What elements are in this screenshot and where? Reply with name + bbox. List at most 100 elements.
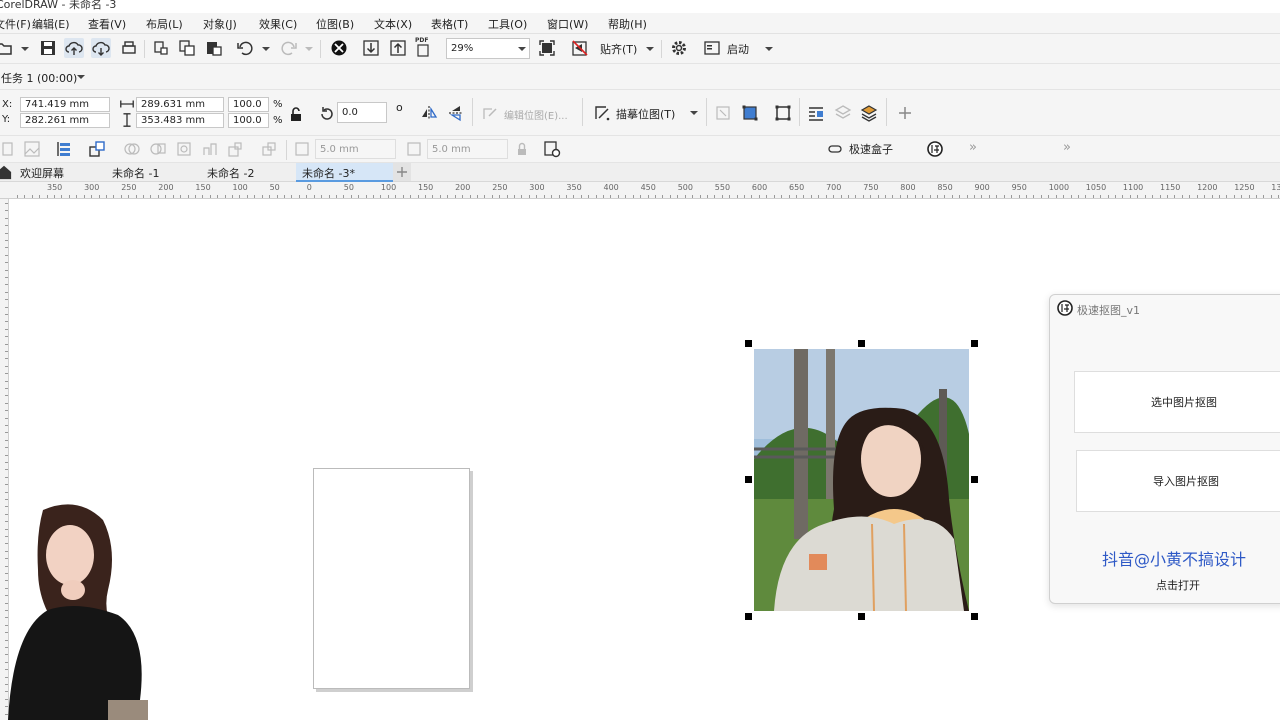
x-position-field[interactable]: 741.419 mm: [20, 97, 110, 112]
import-cutout-button[interactable]: 导入图片抠图: [1076, 450, 1280, 512]
intersect-icon[interactable]: [174, 139, 194, 159]
home-icon[interactable]: [0, 164, 12, 180]
trace-bitmap-icon[interactable]: [592, 103, 612, 123]
launch-label[interactable]: 启动: [727, 41, 749, 57]
save-icon[interactable]: [38, 38, 58, 58]
horizontal-ruler[interactable]: 350 300 250 200 150 100 50 0 50 100 150 200 250 300 35…: [0, 182, 1280, 199]
cloud-download-icon[interactable]: [91, 38, 111, 58]
rotation-field[interactable]: 0.0: [337, 102, 387, 123]
speed-box-label[interactable]: 极速盒子: [849, 141, 893, 157]
menu-bitmap[interactable]: 位图(B): [316, 16, 354, 32]
selection-handle-br[interactable]: [971, 613, 978, 620]
speed-box-icon[interactable]: [825, 139, 845, 159]
add-icon[interactable]: [895, 103, 915, 123]
kuai-plugin-icon[interactable]: [925, 139, 945, 159]
menu-tools[interactable]: 工具(O): [488, 16, 527, 32]
gear-icon[interactable]: [669, 38, 689, 58]
task-dropdown-icon[interactable]: [77, 73, 85, 81]
corner-lock-icon[interactable]: [512, 139, 532, 159]
menu-text[interactable]: 文本(X): [374, 16, 412, 32]
export-pdf-icon[interactable]: PDF: [414, 37, 434, 58]
width-field[interactable]: 289.631 mm: [136, 97, 224, 112]
paste-icon[interactable]: [204, 38, 224, 58]
front-minus-back-icon[interactable]: [226, 139, 246, 159]
scale-width-field[interactable]: 100.0: [228, 97, 269, 112]
menu-effects[interactable]: 效果(C): [259, 16, 297, 32]
scale-height-field[interactable]: 100.0: [228, 113, 269, 128]
redo-icon[interactable]: [279, 38, 299, 58]
add-tab-icon[interactable]: [393, 163, 411, 181]
selection-handle-left[interactable]: [745, 476, 752, 483]
height-field[interactable]: 353.483 mm: [136, 113, 224, 128]
mirror-horizontal-icon[interactable]: [419, 103, 439, 123]
expand-toolbar-icon[interactable]: »: [969, 140, 977, 155]
selection-handle-right[interactable]: [971, 476, 978, 483]
trace-bitmap-label[interactable]: 描摹位图(T): [616, 106, 675, 122]
snap-off-icon[interactable]: [570, 38, 590, 58]
rect-corner-icon[interactable]: [292, 139, 312, 159]
tab-welcome[interactable]: 欢迎屏幕: [14, 163, 70, 182]
tab-untitled-3[interactable]: 未命名 -3*: [296, 163, 393, 182]
menu-layout[interactable]: 布局(L): [146, 16, 183, 32]
undo-icon[interactable]: [235, 38, 255, 58]
align-distribute-icon[interactable]: [54, 139, 74, 159]
trim-icon[interactable]: [148, 139, 168, 159]
redo-dropdown-icon[interactable]: [305, 45, 313, 53]
smart-fill-icon[interactable]: [0, 139, 14, 159]
corner-size-field-1[interactable]: 5.0 mm: [315, 139, 396, 159]
cloud-upload-icon[interactable]: [64, 38, 84, 58]
edit-bitmap-icon[interactable]: [480, 103, 500, 123]
selection-handle-top[interactable]: [858, 340, 865, 347]
corel-connect-icon[interactable]: [329, 38, 349, 58]
selection-handle-tl[interactable]: [745, 340, 752, 347]
bounding-box-icon[interactable]: [773, 103, 793, 123]
corner-size-field-2[interactable]: 5.0 mm: [427, 139, 508, 159]
mirror-vertical-icon[interactable]: [446, 103, 466, 123]
full-screen-icon[interactable]: [537, 38, 557, 58]
selection-handle-bl[interactable]: [745, 613, 752, 620]
rect-corner-icon-2[interactable]: [404, 139, 424, 159]
layer-disabled-icon[interactable]: [833, 103, 853, 123]
launch-dropdown-icon[interactable]: [765, 45, 773, 53]
cut-icon[interactable]: [151, 38, 171, 58]
layers-icon[interactable]: [859, 103, 879, 123]
menu-view[interactable]: 查看(V): [88, 16, 126, 32]
crop-bitmap-icon[interactable]: [740, 103, 760, 123]
open-dropdown-icon[interactable]: [21, 45, 29, 53]
wrap-text-icon[interactable]: [806, 103, 826, 123]
print-icon[interactable]: [119, 38, 139, 58]
menu-help[interactable]: 帮助(H): [608, 16, 647, 32]
export-icon[interactable]: [388, 38, 408, 58]
resample-icon[interactable]: [713, 103, 733, 123]
weld-icon[interactable]: [122, 139, 142, 159]
snap-dropdown-icon[interactable]: [646, 45, 654, 53]
snap-to-label[interactable]: 贴齐(T): [600, 41, 637, 57]
expand-toolbar-icon-2[interactable]: »: [1063, 140, 1071, 155]
menu-table[interactable]: 表格(T): [431, 16, 468, 32]
tab-untitled-1[interactable]: 未命名 -1: [106, 163, 165, 182]
zoom-dropdown-icon[interactable]: [518, 45, 526, 53]
open-icon[interactable]: [0, 38, 14, 58]
menu-file[interactable]: 文件(F): [0, 16, 31, 32]
combine-icon[interactable]: [87, 139, 107, 159]
menu-object[interactable]: 对象(J): [203, 16, 237, 32]
click-open-link[interactable]: 点击打开: [1156, 577, 1200, 593]
page-rectangle[interactable]: [313, 468, 470, 689]
page-settings-icon[interactable]: [542, 139, 562, 159]
copy-icon[interactable]: [177, 38, 197, 58]
import-icon[interactable]: [361, 38, 381, 58]
menu-edit[interactable]: 编辑(E): [32, 16, 70, 32]
menu-window[interactable]: 窗口(W): [547, 16, 588, 32]
selection-handle-bottom[interactable]: [858, 613, 865, 620]
edit-bitmap-label[interactable]: 编辑位图(E)...: [504, 107, 568, 122]
lock-ratio-icon[interactable]: [286, 104, 306, 124]
launch-icon[interactable]: [702, 38, 722, 58]
tab-untitled-2[interactable]: 未命名 -2: [201, 163, 260, 182]
trace-bitmap-dropdown-icon[interactable]: [690, 109, 698, 117]
selected-bitmap-photo[interactable]: [754, 349, 969, 611]
image-frame-icon[interactable]: [22, 139, 42, 159]
cutout-selected-button[interactable]: 选中图片抠图: [1074, 371, 1280, 433]
simplify-icon[interactable]: [200, 139, 220, 159]
back-minus-front-icon[interactable]: [259, 139, 279, 159]
selection-handle-tr[interactable]: [971, 340, 978, 347]
